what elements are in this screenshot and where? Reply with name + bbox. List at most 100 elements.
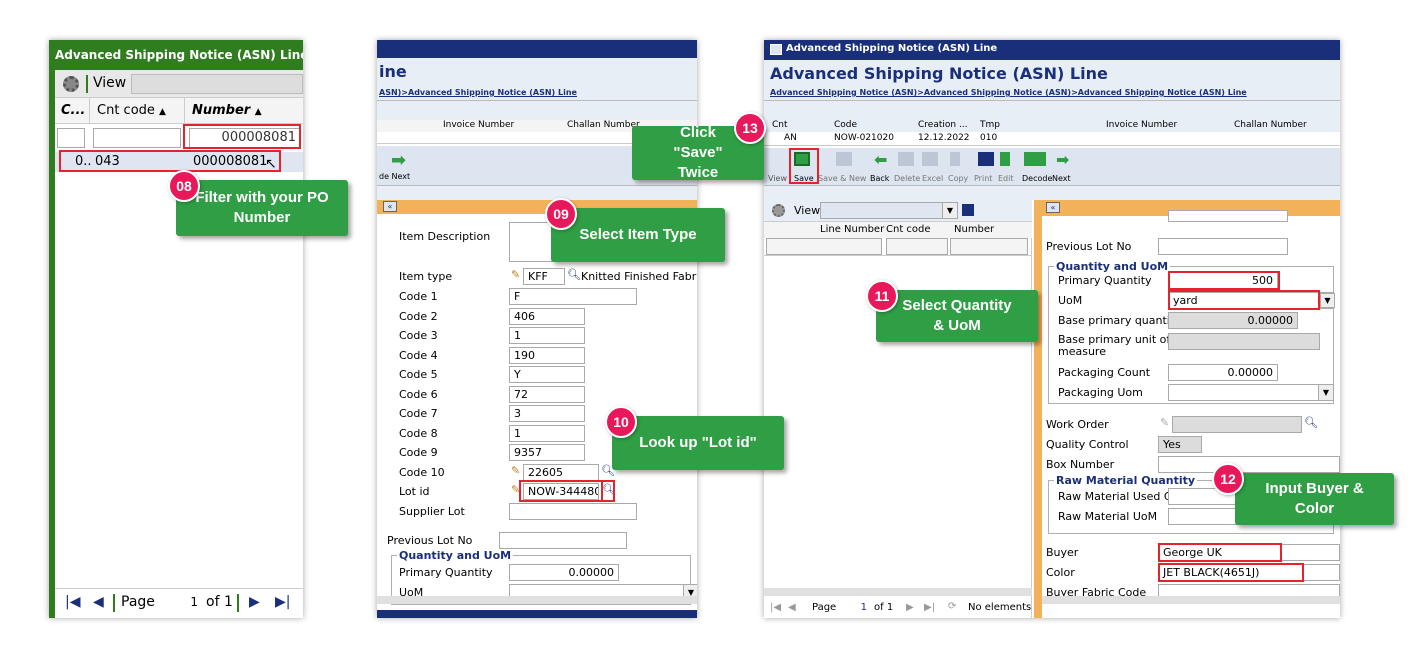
box-number-field[interactable] — [1158, 456, 1340, 473]
horizontal-scrollbar[interactable] — [377, 596, 697, 604]
filter-highlight — [183, 124, 301, 149]
window-icon — [770, 44, 782, 55]
page-input[interactable]: 1 — [844, 600, 872, 615]
horizontal-scrollbar[interactable] — [764, 588, 1032, 596]
edit-icon[interactable] — [1000, 152, 1010, 166]
packaging-uom-select[interactable]: ▼ — [1168, 384, 1334, 401]
next-page-icon[interactable]: ▶ — [906, 602, 914, 613]
code9-field[interactable]: 9357 — [509, 444, 585, 461]
page-title: Advanced Shipping Notice (ASN) Line — [770, 64, 1108, 83]
window-titlebar: Advanced Shipping Notice (ASN) Line — [764, 40, 1340, 60]
work-order-field — [1172, 416, 1302, 433]
grid-header: Line Number Cnt code Number — [764, 222, 1032, 238]
filter-row — [764, 238, 1032, 256]
copy-icon[interactable] — [950, 152, 960, 166]
collapse-icon[interactable]: « — [1046, 202, 1060, 213]
panel-asn-list: Advanced Shipping Notice (ASN) Line View… — [49, 40, 303, 618]
breadcrumb-frag[interactable]: ASN)>Advanced Shipping Notice (ASN) Line — [379, 88, 577, 97]
panel1-body: View C... Cnt code ▲ Number ▲ 000008081 … — [55, 70, 303, 612]
primary-quantity-field[interactable]: 0.00000 — [509, 564, 619, 581]
last-page-icon[interactable]: ▶| — [924, 602, 935, 613]
search-icon[interactable]: 🔍︎ — [1304, 416, 1318, 429]
chevron-down-icon[interactable]: ▼ — [1320, 293, 1335, 308]
col-invoice[interactable]: Invoice Number — [443, 120, 514, 130]
previous-lot-field[interactable] — [1158, 238, 1288, 255]
item-type-name: Knitted Finished Fabric — [581, 270, 697, 283]
table-row[interactable]: AN NOW-021020 12.12.2022 010 — [764, 133, 1340, 146]
panel1-title: Advanced Shipping Notice (ASN) Line — [55, 48, 303, 62]
lot-id-highlight — [519, 480, 603, 502]
horizontal-scrollbar[interactable] — [1042, 596, 1340, 604]
filter-c[interactable] — [57, 128, 85, 148]
grid-header: Cnt Code Creation ... Tmp Invoice Number… — [772, 120, 1307, 130]
code1-field[interactable]: F — [509, 288, 637, 305]
packaging-count-field[interactable]: 0.00000 — [1168, 364, 1278, 381]
view-select[interactable]: ▼ — [820, 202, 958, 219]
view-label[interactable]: View — [93, 75, 126, 91]
next-page-icon[interactable]: ▶ — [249, 594, 260, 610]
code5-field[interactable]: Y — [509, 366, 585, 383]
step-badge-12: 12 — [1212, 463, 1244, 495]
code8-field[interactable]: 1 — [509, 425, 585, 442]
col-challan[interactable]: Challan Number — [567, 120, 640, 130]
delete-icon[interactable] — [898, 152, 914, 166]
col-number[interactable]: Number ▲ — [192, 103, 262, 118]
step-badge-09: 09 — [545, 198, 577, 230]
excel-icon[interactable] — [922, 152, 938, 166]
refresh-icon[interactable]: ⟳ — [948, 601, 956, 612]
prev-page-icon[interactable]: ◀ — [788, 602, 796, 613]
first-page-icon[interactable]: |◀ — [65, 594, 80, 610]
chevron-down-icon: ▼ — [942, 203, 957, 218]
toolbar-frag[interactable]: de Next — [379, 172, 410, 181]
code6-field[interactable]: 72 — [509, 386, 585, 403]
print-icon[interactable] — [978, 152, 994, 166]
base-uom-field — [1168, 333, 1320, 350]
next-arrow-icon[interactable]: ➡ — [1056, 150, 1072, 169]
previous-lot-field[interactable] — [499, 532, 627, 549]
back-arrow-icon[interactable]: ⬅ — [874, 150, 890, 169]
next-arrow-icon[interactable]: ➡ — [391, 150, 406, 171]
item-type-input[interactable]: KFF — [523, 268, 565, 285]
callout-item-type: Select Item Type — [551, 208, 725, 262]
row-highlight — [59, 150, 281, 172]
sort-asc-icon: ▲ — [159, 107, 166, 117]
pencil-icon[interactable]: ✎ — [511, 268, 520, 281]
search-icon[interactable]: 🔍︎ — [567, 268, 581, 281]
code10-field[interactable]: 22605 — [523, 464, 599, 481]
breadcrumb[interactable]: Advanced Shipping Notice (ASN)>Advanced … — [770, 88, 1247, 97]
gear-icon[interactable] — [63, 76, 79, 92]
save-highlight — [789, 148, 819, 184]
prev-page-icon[interactable]: ◀ — [93, 594, 104, 610]
panel-asn-line-full: Advanced Shipping Notice (ASN) Line Adva… — [764, 40, 1340, 618]
code3-field[interactable]: 1 — [509, 327, 585, 344]
step-badge-13: 13 — [734, 112, 766, 144]
base-quantity-field: 0.00000 — [1168, 312, 1298, 329]
filter-cnt-code[interactable] — [93, 128, 181, 148]
gear-icon[interactable] — [772, 204, 785, 217]
decode-icon[interactable] — [1024, 152, 1046, 166]
line-list: View ▼ Line Number Cnt code Number |◀ ◀ … — [764, 200, 1032, 618]
save-new-icon[interactable] — [836, 152, 852, 166]
code4-field[interactable]: 190 — [509, 347, 585, 364]
supplier-lot-field[interactable] — [509, 503, 637, 520]
lot-id-lookup-highlight — [601, 480, 615, 502]
label-item-type: Item type — [399, 270, 453, 283]
pencil-icon[interactable]: ✎ — [1160, 416, 1169, 429]
pencil-icon[interactable]: ✎ — [511, 464, 520, 477]
view-select[interactable] — [131, 74, 303, 94]
col-cnt-code[interactable]: Cnt code ▲ — [97, 103, 166, 118]
code2-field[interactable]: 406 — [509, 308, 585, 325]
toolbar: ⬅ ➡ View Save Save & New Back Delete Exc… — [764, 148, 1340, 186]
last-page-icon[interactable]: ▶| — [275, 594, 290, 610]
callout-quantity-uom: Select Quantity & UoM — [876, 290, 1038, 342]
code7-field[interactable]: 3 — [509, 405, 585, 422]
col-c[interactable]: C... — [61, 103, 85, 118]
form-area: Item Description Item type ✎ KFF 🔍︎ Knit… — [383, 214, 697, 605]
page-label: Page — [121, 594, 155, 610]
first-page-icon[interactable]: |◀ — [770, 602, 781, 613]
page-input[interactable]: 1 — [165, 593, 203, 613]
collapse-icon[interactable]: « — [383, 201, 397, 212]
save-view-icon[interactable] — [962, 204, 974, 216]
form-area: Previous Lot No Quantity and UoM Primary… — [1042, 210, 1340, 610]
chevron-down-icon: ▼ — [1318, 385, 1333, 400]
